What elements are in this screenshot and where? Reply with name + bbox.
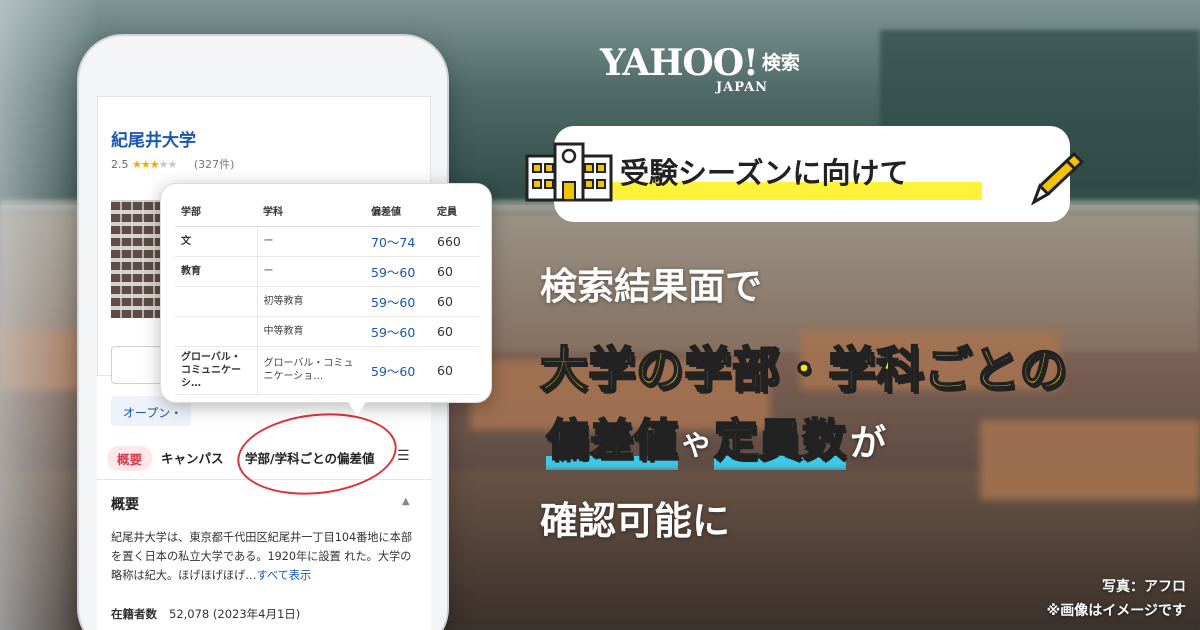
header-deviation: 偏差値	[365, 196, 431, 227]
star-empty-icon: ★★	[158, 158, 178, 171]
cell-deviation[interactable]: 59〜60	[365, 316, 431, 347]
cell-dept: ー	[256, 226, 365, 257]
headline-line4: 確認可能に	[540, 499, 731, 543]
rating-value: 2.5	[111, 158, 129, 171]
headline-capacity: 定員数	[713, 404, 847, 470]
header-dept: 学科	[257, 196, 365, 227]
headline-line2: 大学の学部・学科ごとの	[539, 341, 1069, 399]
cell-deviation[interactable]: 59〜60	[365, 286, 431, 317]
desk	[980, 420, 1200, 500]
cell-faculty	[175, 286, 257, 317]
table-row: グローバル・コミュニケーシ… グローバル・コミュニケーショ… 59〜60 60	[175, 346, 479, 395]
headline-ya: や	[682, 429, 711, 462]
table-header-row: 学部 学科 偏差値 定員	[175, 196, 479, 227]
header-capacity: 定員	[431, 196, 479, 227]
cell-faculty	[175, 316, 257, 347]
tab-campus[interactable]: キャンパス	[161, 448, 224, 467]
cell-deviation[interactable]: 59〜60	[365, 256, 431, 287]
headline-line1: 検索結果面で	[540, 265, 762, 308]
enrollment-row: 在籍者数 52,078 (2023年4月1日)	[111, 606, 300, 622]
cell-dept: 初等教育	[256, 286, 365, 317]
header-faculty: 学部	[175, 196, 257, 227]
headline-line3: 偏差値 や定員数が	[540, 404, 886, 474]
cell-capacity: 660	[431, 226, 479, 257]
highlight-circle	[233, 405, 401, 503]
logo-text: YAHOO!	[600, 42, 759, 84]
summary-text: 紀尾井大学は、東京都千代田区紀尾井一丁目104番地に本部を置く日本の私立大学であ…	[111, 528, 419, 585]
table-row: 文ー 70〜74 660	[175, 226, 479, 257]
show-all-link[interactable]: すべて表示	[256, 569, 311, 582]
summary-heading: 概要	[111, 497, 139, 513]
headline-ga: が	[850, 423, 887, 464]
department-table: 学部 学科 偏差値 定員 文ー 70〜74 660 教育ー 59〜60 60 初等教育 59〜…	[175, 196, 479, 395]
deviation-table-popup: 学部 学科 偏差値 定員 文ー 70〜74 660 教育ー 59〜60 60 初等教育 59〜…	[160, 183, 492, 416]
rating-row: 2.5 ★★★★★ (327件)	[111, 156, 234, 172]
cell-faculty: グローバル・コミュニケーシ…	[175, 346, 257, 395]
menu-icon[interactable]: ☰	[397, 448, 410, 464]
cell-capacity: 60	[431, 286, 479, 317]
cell-capacity: 60	[431, 346, 479, 395]
headline-deviation: 偏差値	[545, 404, 679, 470]
image-note: ※画像はイメージです	[1046, 603, 1186, 619]
cell-capacity: 60	[431, 316, 479, 347]
pencil-icon	[1031, 151, 1085, 206]
university-name-link[interactable]: 紀尾井大学	[111, 126, 196, 151]
cell-faculty: 教育	[175, 256, 257, 287]
school-building-icon	[525, 142, 613, 202]
tab-overview[interactable]: 概要	[107, 446, 153, 471]
tagline-text: 受験シーズンに向けて	[620, 156, 909, 190]
cell-deviation[interactable]: 59〜60	[365, 346, 431, 395]
cell-faculty: 文	[175, 226, 257, 257]
cell-deviation[interactable]: 70〜74	[365, 226, 431, 257]
photo-credit: 写真：アフロ	[1102, 579, 1186, 595]
cell-capacity: 60	[431, 256, 479, 287]
logo-sub: JAPAN	[716, 80, 769, 95]
cell-dept: グローバル・コミュニケーショ…	[256, 346, 365, 395]
review-count: (327件)	[193, 158, 235, 171]
collapse-caret-icon[interactable]: ▲	[402, 496, 410, 507]
cell-dept: ー	[256, 256, 365, 287]
table-row: 初等教育 59〜60 60	[175, 286, 479, 317]
yahoo-japan-logo: YAHOO! 検索 JAPAN	[600, 42, 800, 95]
star-icon: ★★★	[132, 158, 160, 171]
logo-service: 検索	[761, 52, 800, 74]
enrollment-label: 在籍者数	[111, 607, 157, 621]
table-row: 中等教育 59〜60 60	[175, 316, 479, 347]
cell-dept: 中等教育	[256, 316, 365, 347]
table-row: 教育ー 59〜60 60	[175, 256, 479, 287]
enrollment-value: 52,078 (2023年4月1日)	[169, 607, 301, 621]
